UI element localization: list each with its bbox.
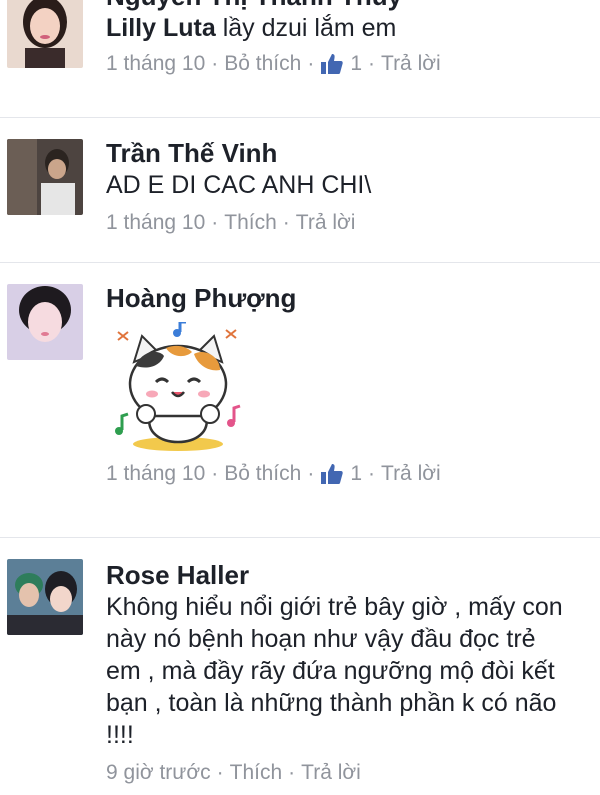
reply-button[interactable]: Trả lời bbox=[381, 460, 441, 488]
avatar[interactable] bbox=[7, 139, 83, 215]
comment-author[interactable]: Trần Thế Vinh bbox=[106, 137, 588, 169]
comment-time[interactable]: 1 tháng 10 bbox=[106, 209, 205, 237]
thumbs-up-icon bbox=[320, 462, 344, 486]
avatar[interactable] bbox=[7, 284, 83, 360]
like-button[interactable]: Thích bbox=[230, 759, 283, 787]
like-button[interactable]: Thích bbox=[224, 209, 277, 237]
comment-item: Trần Thế Vinh AD E DI CAC ANH CHI\ 1 thá… bbox=[0, 117, 600, 263]
comment-text: AD E DI CAC ANH CHI\ bbox=[106, 171, 372, 199]
unlike-button[interactable]: Bỏ thích bbox=[224, 460, 301, 488]
avatar[interactable] bbox=[7, 0, 83, 68]
mention-link[interactable]: Lilly Luta bbox=[106, 14, 216, 42]
comment-item: Nguyễn Thị Thanh Thủy Lilly Luta lầy dzu… bbox=[0, 0, 600, 118]
comment-item: Hoàng Phượng 1 tháng 10 · Bỏ thích · 1 ·… bbox=[0, 262, 600, 538]
comment-time[interactable]: 1 tháng 10 bbox=[106, 460, 205, 488]
comment-author[interactable]: Hoàng Phượng bbox=[106, 282, 588, 314]
comment-time[interactable]: 1 tháng 10 bbox=[106, 50, 205, 78]
comment-text: Không hiểu nổi giới trẻ bây giờ , mấy co… bbox=[106, 593, 563, 749]
like-count[interactable]: 1 bbox=[350, 50, 362, 78]
reply-button[interactable]: Trả lời bbox=[296, 209, 356, 237]
cat-sticker bbox=[106, 320, 246, 452]
comment-text: Lilly Luta lầy dzui lắm em bbox=[106, 14, 397, 42]
comment-author[interactable]: Nguyễn Thị Thanh Thủy bbox=[106, 0, 588, 12]
comment-meta: 1 tháng 10 · Bỏ thích · 1 · Trả lời bbox=[106, 50, 588, 78]
comment-time[interactable]: 9 giờ trước bbox=[106, 759, 211, 787]
avatar[interactable] bbox=[7, 559, 83, 635]
reply-button[interactable]: Trả lời bbox=[301, 759, 361, 787]
comment-meta: 1 tháng 10 · Thích · Trả lời bbox=[106, 209, 588, 237]
comment-meta: 9 giờ trước · Thích · Trả lời bbox=[106, 759, 588, 787]
reply-button[interactable]: Trả lời bbox=[381, 50, 441, 78]
thumbs-up-icon bbox=[320, 52, 344, 76]
unlike-button[interactable]: Bỏ thích bbox=[224, 50, 301, 78]
comment-author[interactable]: Rose Haller bbox=[106, 559, 588, 591]
like-count[interactable]: 1 bbox=[350, 460, 362, 488]
comment-item: Rose Haller Không hiểu nổi giới trẻ bây … bbox=[0, 537, 600, 795]
comment-meta: 1 tháng 10 · Bỏ thích · 1 · Trả lời bbox=[106, 460, 588, 488]
